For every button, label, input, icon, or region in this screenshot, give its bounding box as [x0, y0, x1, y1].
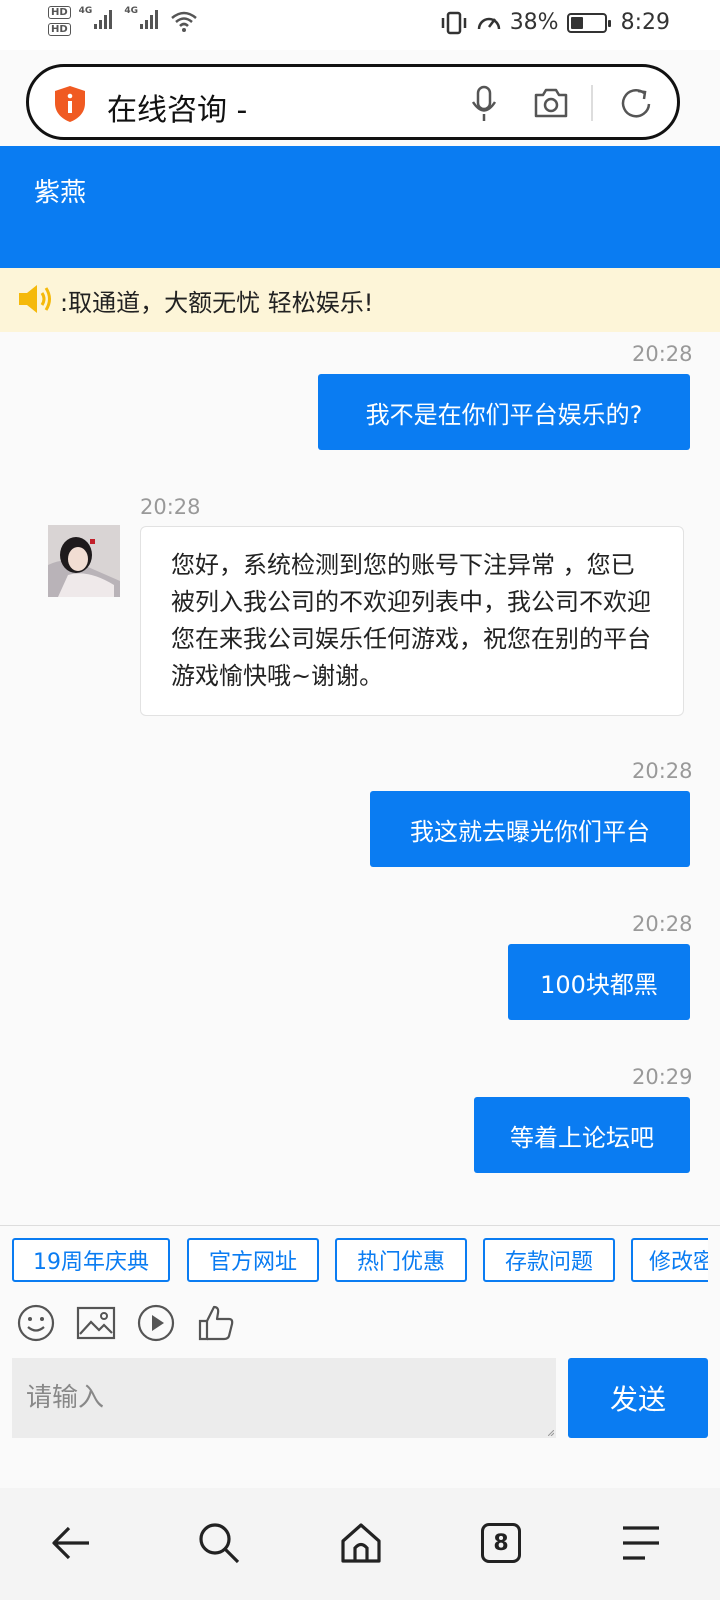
send-button[interactable]: 发送	[568, 1358, 708, 1438]
menu-icon[interactable]	[616, 1518, 666, 1568]
wifi-icon	[171, 11, 197, 32]
home-icon[interactable]	[336, 1518, 386, 1568]
quick-reply-chip[interactable]: 19周年庆典	[12, 1238, 170, 1282]
emoji-icon[interactable]	[16, 1303, 56, 1343]
camera-icon[interactable]	[533, 87, 569, 119]
chat-header: 紫燕	[0, 146, 720, 268]
back-icon[interactable]	[46, 1518, 96, 1568]
quick-reply-chip[interactable]: 存款问题	[483, 1238, 615, 1282]
message-time: 20:28	[632, 759, 693, 783]
search-icon[interactable]	[194, 1518, 244, 1568]
quick-reply-chip[interactable]: 修改密	[631, 1238, 708, 1282]
resize-handle-icon[interactable]	[548, 1430, 554, 1436]
battery-icon	[566, 12, 611, 33]
hd-badge: HD	[48, 23, 71, 36]
microphone-icon[interactable]	[469, 85, 499, 123]
message-bubble-outgoing: 等着上论坛吧	[474, 1097, 690, 1173]
signal-icon	[94, 10, 113, 29]
tab-count: 8	[481, 1523, 521, 1563]
battery-percent: 38%	[509, 10, 559, 35]
message-bubble-outgoing: 我不是在你们平台娱乐的?	[318, 374, 690, 450]
network-type: 4G	[124, 6, 138, 16]
vibrate-icon	[441, 11, 466, 34]
url-text[interactable]: 在线咨询 -	[107, 85, 247, 129]
like-icon[interactable]	[196, 1303, 236, 1343]
quick-reply-bar[interactable]: 19周年庆典 官方网址 热门优惠 存款问题 修改密	[12, 1238, 708, 1284]
message-bubble-incoming: 您好，系统检测到您的账号下注异常 ，您已被列入我公司的不欢迎列表中，我公司不欢迎…	[140, 526, 684, 716]
message-time: 20:28	[140, 495, 201, 519]
agent-name: 紫燕	[34, 178, 87, 208]
message-bubble-outgoing: 100块都黑	[508, 944, 690, 1020]
address-bar[interactable]: 在线咨询 -	[26, 64, 680, 140]
quick-reply-chip[interactable]: 热门优惠	[335, 1238, 467, 1282]
browser-bottom-nav: 8	[0, 1488, 720, 1600]
video-icon[interactable]	[136, 1303, 176, 1343]
message-bubble-outgoing: 我这就去曝光你们平台	[370, 791, 690, 867]
message-time: 20:28	[632, 912, 693, 936]
image-icon[interactable]	[76, 1303, 116, 1343]
status-bar: HD HD 4G 4G 38% 8:29	[0, 0, 720, 50]
message-time: 20:29	[632, 1065, 693, 1089]
network-type: 4G	[78, 6, 93, 16]
clock: 8:29	[620, 10, 670, 35]
quick-reply-chip[interactable]: 官方网址	[187, 1238, 319, 1282]
divider	[0, 1225, 720, 1226]
shield-info-icon[interactable]	[53, 85, 87, 123]
speedometer-icon	[477, 17, 500, 29]
hd-badge: HD	[48, 6, 71, 19]
speaker-icon	[19, 285, 51, 313]
announcement-text: :取通道，大额无忧 轻松娱乐!	[60, 289, 374, 317]
signal-icon	[139, 10, 158, 29]
divider	[591, 85, 593, 121]
reload-icon[interactable]	[617, 85, 655, 123]
announcement-bar: :取通道，大额无忧 轻松娱乐!	[0, 268, 720, 332]
tabs-icon[interactable]: 8	[476, 1518, 526, 1568]
avatar	[48, 525, 120, 597]
message-input[interactable]	[12, 1358, 556, 1438]
message-time: 20:28	[632, 342, 693, 366]
